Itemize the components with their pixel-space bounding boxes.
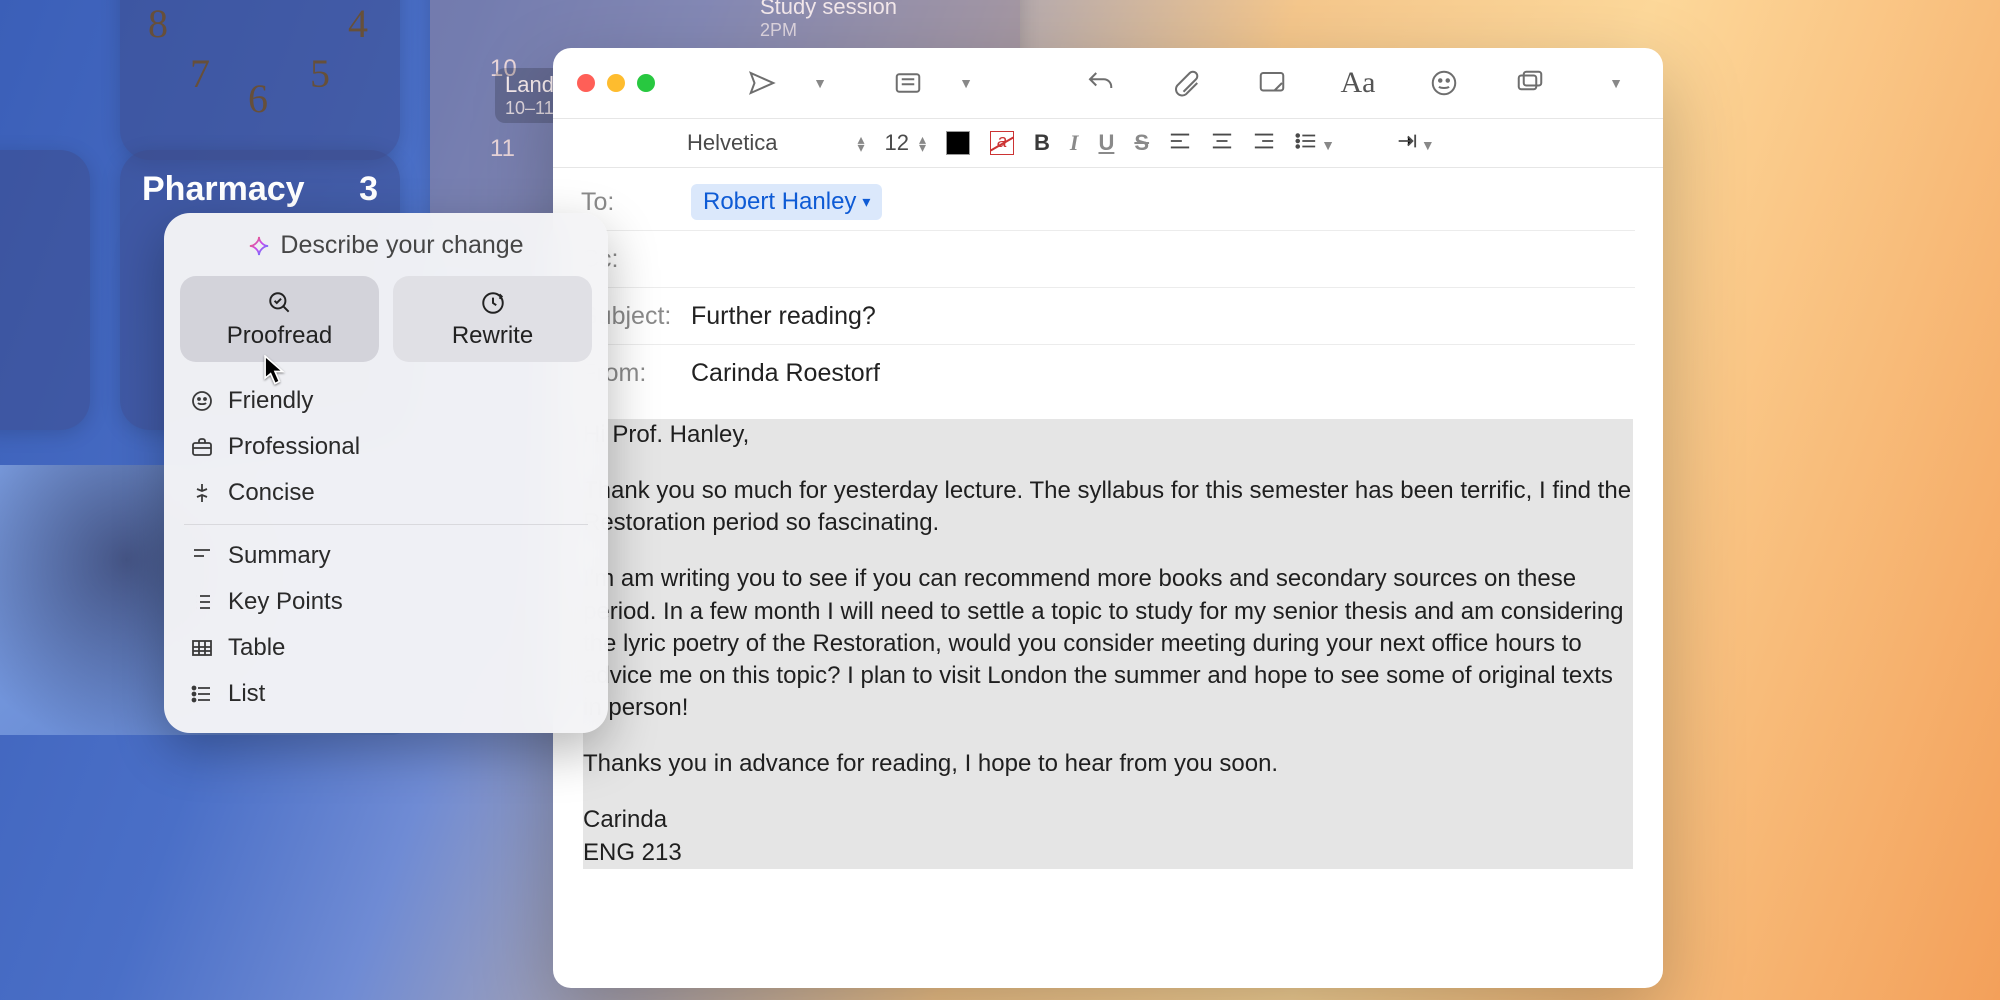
undo-button[interactable] (1077, 60, 1123, 106)
send-button[interactable] (739, 60, 785, 106)
tone-professional[interactable]: Professional (182, 424, 590, 470)
rewrite-label: Rewrite (452, 322, 533, 350)
message-body[interactable]: Hi Prof. Hanley, Thank you so much for y… (553, 401, 1663, 887)
smile-icon (190, 389, 214, 413)
summary-icon (190, 544, 214, 568)
to-row[interactable]: To: Robert Hanley (581, 174, 1635, 231)
send-menu-chevron[interactable]: ▼ (797, 60, 843, 106)
emoji-button[interactable] (1421, 60, 1467, 106)
attach-button[interactable] (1163, 60, 1209, 106)
photo-browser-button[interactable] (1507, 60, 1553, 106)
sparkle-icon (248, 235, 270, 257)
widget-partial (0, 150, 90, 430)
format-table[interactable]: Table (182, 625, 590, 671)
align-center-button[interactable] (1211, 130, 1233, 156)
cc-row[interactable]: Cc: (581, 231, 1635, 288)
clock-widget: 8 7 6 5 4 (120, 0, 400, 160)
align-left-button[interactable] (1169, 130, 1191, 156)
header-fields: To: Robert Hanley Cc: Subject: Further r… (553, 168, 1663, 401)
window-zoom-button[interactable] (637, 74, 655, 92)
body-paragraph-2: I'm am writing you to see if you can rec… (583, 563, 1633, 724)
format-toolbar: Helvetica▴▾ 12▴▾ a B I U S ▼ ▼ (553, 118, 1663, 168)
body-signature-name: Carinda (583, 804, 1633, 836)
italic-button[interactable]: I (1070, 130, 1079, 156)
bg-color-button[interactable]: a (990, 131, 1014, 155)
keypoints-icon (190, 590, 214, 614)
writing-tools-popover: Describe your change Proofread Rewrite F… (164, 213, 608, 733)
window-minimize-button[interactable] (607, 74, 625, 92)
format-summary[interactable]: Summary (182, 533, 590, 579)
align-right-button[interactable] (1253, 130, 1275, 156)
format-button[interactable]: Aa (1335, 60, 1381, 106)
window-close-button[interactable] (577, 74, 595, 92)
tone-friendly[interactable]: Friendly (182, 378, 590, 424)
font-size-stepper[interactable]: 12▴▾ (885, 130, 927, 156)
underline-button[interactable]: U (1098, 130, 1114, 156)
bold-button[interactable]: B (1034, 130, 1050, 156)
writing-tools-header-label: Describe your change (280, 231, 523, 260)
from-value: Carinda Roestorf (691, 359, 880, 388)
rewrite-icon (480, 290, 506, 316)
rewrite-button[interactable]: Rewrite (393, 276, 592, 362)
to-label: To: (581, 188, 691, 217)
subject-row[interactable]: Subject: Further reading? (581, 288, 1635, 345)
magnifier-check-icon (267, 290, 293, 316)
strikethrough-button[interactable]: S (1134, 130, 1149, 156)
tone-concise[interactable]: Concise (182, 470, 590, 516)
writing-tools-describe[interactable]: Describe your change (180, 231, 592, 260)
proofread-label: Proofread (227, 322, 332, 350)
list-icon (190, 682, 214, 706)
list-style-button[interactable]: ▼ (1295, 130, 1335, 156)
body-greeting: Hi Prof. Hanley, (583, 419, 1633, 451)
body-signature-course: ENG 213 (583, 837, 1633, 869)
font-family-select[interactable]: Helvetica▴▾ (687, 130, 865, 156)
body-paragraph-3: Thanks you in advance for reading, I hop… (583, 748, 1633, 780)
indent-button[interactable]: ▼ (1395, 130, 1435, 156)
subject-value: Further reading? (691, 302, 876, 331)
format-list[interactable]: List (182, 671, 590, 717)
window-titlebar: ▼ ▼ Aa ▼ (553, 48, 1663, 118)
recipient-chip[interactable]: Robert Hanley (691, 184, 882, 220)
briefcase-icon (190, 435, 214, 459)
header-fields-button[interactable] (885, 60, 931, 106)
photo-browser-chevron[interactable]: ▼ (1593, 60, 1639, 106)
writing-tools-menu: Friendly Professional Concise Summary Ke… (180, 372, 592, 723)
format-keypoints[interactable]: Key Points (182, 579, 590, 625)
calendar-event-study: Study session 2PM (760, 0, 897, 41)
body-paragraph-1: Thank you so much for yesterday lecture.… (583, 475, 1633, 539)
table-icon (190, 636, 214, 660)
markup-button[interactable] (1249, 60, 1295, 106)
calendar-hour-11: 11 (490, 135, 515, 163)
compress-icon (190, 481, 214, 505)
text-color-button[interactable] (946, 131, 970, 155)
mail-compose-window: ▼ ▼ Aa ▼ Helve (553, 48, 1663, 988)
header-fields-chevron[interactable]: ▼ (943, 60, 989, 106)
proofread-button[interactable]: Proofread (180, 276, 379, 362)
from-row[interactable]: From: Carinda Roestorf (581, 345, 1635, 401)
